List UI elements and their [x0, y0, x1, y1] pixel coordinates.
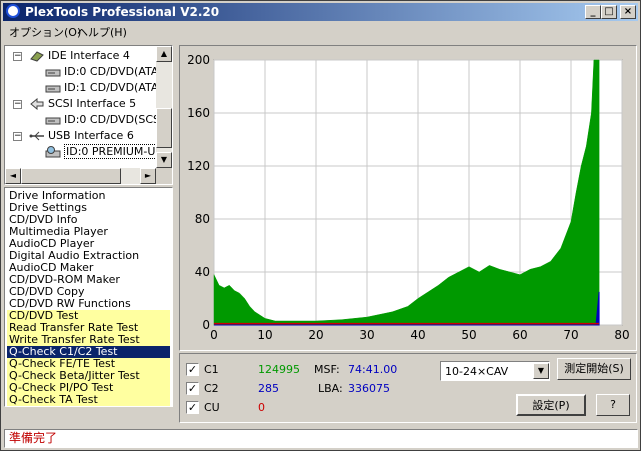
- device-tree: − IDE Interface 4 ID:0 CD/DVD(ATA ID:1 C…: [4, 45, 173, 185]
- close-button[interactable]: ×: [620, 5, 636, 19]
- list-item[interactable]: Q-Check TA Test: [7, 394, 170, 406]
- tree-row-label: ID:0 CD/DVD(SCS: [64, 113, 160, 126]
- scroll-corner: [156, 168, 172, 184]
- y-tick-label: 200: [187, 53, 210, 67]
- tree-drive-scsi-0[interactable]: ID:0 CD/DVD(SCS: [45, 112, 160, 128]
- menu-help[interactable]: ヘルプ(H): [77, 24, 127, 40]
- x-tick-label: 20: [308, 328, 323, 342]
- drive-icon: [45, 69, 61, 77]
- x-tick-label: 30: [359, 328, 374, 342]
- y-tick-label: 40: [195, 265, 210, 279]
- collapse-icon[interactable]: −: [13, 132, 22, 141]
- scsi-icon: [30, 98, 44, 110]
- scroll-right-icon[interactable]: ►: [140, 168, 156, 184]
- start-test-button[interactable]: 測定開始(S): [557, 358, 631, 380]
- menu-bar: オプション(O) ヘルプ(H): [3, 22, 638, 40]
- tree-row-label: ID:0 PREMIUM-U: [64, 144, 158, 159]
- drive-icon: [45, 85, 61, 93]
- tree-vertical-scrollbar[interactable]: ▲ ▼: [156, 46, 172, 168]
- c2-label: C2: [204, 382, 219, 395]
- title-bar[interactable]: PlexTools Professional V2.20 _ □ ×: [3, 3, 638, 21]
- window-title: PlexTools Professional V2.20: [25, 5, 220, 19]
- c1-value: 124995: [258, 363, 300, 376]
- collapse-icon[interactable]: −: [13, 100, 22, 109]
- y-tick-label: 160: [187, 106, 210, 120]
- msf-label: MSF:: [314, 363, 340, 376]
- x-tick-label: 10: [257, 328, 272, 342]
- app-window: PlexTools Professional V2.20 _ □ × オプション…: [0, 0, 641, 451]
- x-tick-label: 50: [461, 328, 476, 342]
- msf-value: 74:41.00: [348, 363, 398, 376]
- maximize-button[interactable]: □: [601, 5, 617, 19]
- tree-row-label: ID:0 CD/DVD(ATA: [64, 65, 159, 78]
- lba-label: LBA:: [318, 382, 343, 395]
- c1-checkbox[interactable]: ✓: [186, 363, 199, 376]
- x-tick-label: 70: [563, 328, 578, 342]
- x-tick-label: 0: [210, 328, 218, 342]
- tree-drive-ide-1[interactable]: ID:1 CD/DVD(ATA: [45, 80, 158, 96]
- disc-drive-icon: [45, 146, 61, 158]
- tree-drive-usb-0[interactable]: ID:0 PREMIUM-U: [45, 144, 158, 160]
- tree-horizontal-scrollbar[interactable]: ◄ ►: [5, 168, 156, 184]
- help-button[interactable]: ?: [596, 394, 630, 416]
- x-tick-label: 60: [512, 328, 527, 342]
- stats-panel: ✓ C1 124995 ✓ C2 285 ✓ CU 0 MSF: 74:41.0…: [179, 353, 637, 423]
- cu-label: CU: [204, 401, 220, 414]
- c1c2-chart: 0 10 20 30 40 50 60 70 80 0 40 80 120 160 200: [187, 53, 630, 342]
- x-tick-label: 80: [614, 328, 629, 342]
- lba-value: 336075: [348, 382, 390, 395]
- status-bar: 準備完了: [4, 429, 638, 448]
- scroll-left-icon[interactable]: ◄: [5, 168, 21, 184]
- drive-icon: [45, 117, 61, 125]
- tree-row-label: SCSI Interface 5: [48, 97, 137, 110]
- c2-value: 285: [258, 382, 279, 395]
- cu-value: 0: [258, 401, 265, 414]
- y-tick-label: 0: [202, 318, 210, 332]
- minimize-button[interactable]: _: [585, 5, 601, 19]
- chevron-down-icon[interactable]: ▼: [533, 363, 549, 379]
- tree-row-label: IDE Interface 4: [48, 49, 130, 62]
- usb-icon: [29, 131, 44, 141]
- c1-label: C1: [204, 363, 219, 376]
- menu-options[interactable]: オプション(O): [9, 24, 81, 40]
- speed-select[interactable]: 10-24×CAV ▼: [440, 361, 550, 381]
- scroll-thumb[interactable]: [21, 168, 121, 184]
- plextools-logo-icon: [6, 4, 20, 18]
- c2-checkbox[interactable]: ✓: [186, 382, 199, 395]
- tree-row-label: ID:1 CD/DVD(ATA: [64, 81, 159, 94]
- cu-checkbox[interactable]: ✓: [186, 401, 199, 414]
- scroll-thumb[interactable]: [156, 108, 172, 148]
- scroll-up-icon[interactable]: ▲: [156, 46, 172, 62]
- c1c2-chart-panel: 0 10 20 30 40 50 60 70 80 0 40 80 120 160 200: [179, 45, 637, 351]
- tree-drive-ide-0[interactable]: ID:0 CD/DVD(ATA: [45, 64, 158, 80]
- tree-row-label: USB Interface 6: [48, 129, 134, 142]
- y-tick-label: 80: [195, 212, 210, 226]
- settings-button[interactable]: 設定(P): [516, 394, 586, 416]
- collapse-icon[interactable]: −: [13, 52, 22, 61]
- scroll-down-icon[interactable]: ▼: [156, 152, 172, 168]
- y-tick-label: 120: [187, 159, 210, 173]
- function-list: Drive Information Drive Settings CD/DVD …: [4, 187, 173, 407]
- speed-select-value: 10-24×CAV: [445, 365, 509, 378]
- ide-icon: [30, 51, 44, 62]
- x-tick-label: 40: [410, 328, 425, 342]
